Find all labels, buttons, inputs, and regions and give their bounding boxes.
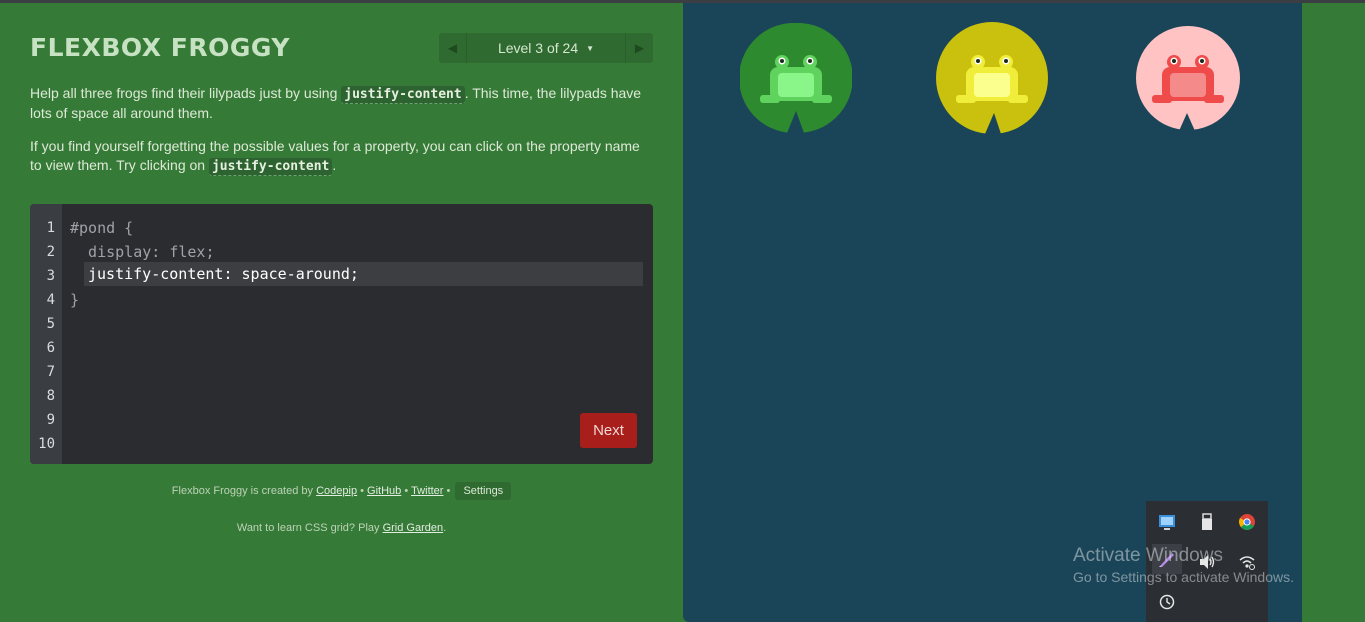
- prev-level-button[interactable]: ◀: [439, 33, 467, 63]
- settings-button[interactable]: Settings: [455, 482, 512, 500]
- github-link[interactable]: GitHub: [367, 485, 401, 497]
- separator: •: [357, 485, 368, 497]
- instructions-text: .: [332, 157, 337, 173]
- css-editor: 1 2 3 4 5 6 7 8 9 10 #pond { display: fl…: [30, 204, 653, 464]
- line-number: 7: [46, 364, 55, 380]
- line-number: 3: [46, 268, 55, 284]
- line-number: 8: [46, 388, 55, 404]
- triangle-right-icon: ▶: [634, 41, 645, 55]
- property-link-justify-content[interactable]: justify-content: [341, 86, 465, 104]
- level-dropdown[interactable]: Level 3 of 24 ▼: [467, 33, 625, 63]
- network-icon[interactable]: [1152, 507, 1182, 537]
- triangle-left-icon: ◀: [447, 41, 458, 55]
- green-lilypad: [740, 22, 852, 133]
- yellow-lilypad: [936, 22, 1048, 134]
- watermark-title: Activate Windows: [1073, 545, 1223, 566]
- line-number: 2: [46, 244, 55, 260]
- caret-down-icon: ▼: [586, 43, 595, 53]
- next-level-button[interactable]: ▶: [625, 33, 653, 63]
- instructions-text: Help all three frogs find their lilypads…: [30, 85, 342, 101]
- activate-windows-watermark: Activate Windows Go to Settings to activ…: [1073, 545, 1294, 585]
- grid-note-text: Want to learn CSS grid? Play: [236, 522, 383, 534]
- watermark-subtitle: Go to Settings to activate Windows.: [1073, 569, 1294, 585]
- code-line-2: display: flex;: [70, 243, 215, 261]
- line-number-gutter: 1 2 3 4 5 6 7 8 9 10: [30, 204, 62, 464]
- separator: •: [401, 485, 412, 497]
- line-number: 9: [46, 412, 55, 428]
- grid-note-text: .: [443, 522, 447, 534]
- instructions: Help all three frogs find their lilypads…: [30, 84, 650, 190]
- instructions-paragraph-2: If you find yourself forgetting the poss…: [30, 137, 650, 176]
- line-number: 10: [38, 436, 55, 452]
- separator: •: [443, 485, 454, 497]
- clock-icon[interactable]: [1152, 587, 1182, 617]
- instructions-paragraph-1: Help all three frogs find their lilypads…: [30, 84, 650, 123]
- line-number: 6: [46, 340, 55, 356]
- grid-garden-note: Want to learn CSS grid? Play Grid Garden…: [30, 522, 653, 534]
- next-button[interactable]: Next: [580, 413, 637, 448]
- level-navigator: ◀ Level 3 of 24 ▼ ▶: [439, 33, 653, 63]
- css-answer-input[interactable]: [84, 262, 643, 286]
- line-number: 5: [46, 316, 55, 332]
- code-line-4: }: [70, 291, 80, 309]
- credits: Flexbox Froggy is created by Codepip • G…: [30, 482, 653, 500]
- line-number: 1: [46, 220, 55, 236]
- line-number: 4: [46, 292, 55, 308]
- grid-garden-link[interactable]: Grid Garden: [383, 522, 444, 534]
- codepip-link[interactable]: Codepip: [316, 485, 357, 497]
- level-label: Level 3 of 24: [497, 40, 579, 56]
- usb-drive-icon[interactable]: [1192, 507, 1222, 537]
- chrome-icon[interactable]: [1232, 507, 1262, 537]
- twitter-link[interactable]: Twitter: [411, 485, 443, 497]
- code-line-1: #pond {: [70, 219, 134, 237]
- credits-text: Flexbox Froggy is created by: [171, 485, 317, 497]
- property-link-justify-content[interactable]: justify-content: [208, 158, 333, 176]
- page-title: FLEXBOX FROGGY: [30, 33, 290, 62]
- red-lilypad: [1136, 26, 1240, 131]
